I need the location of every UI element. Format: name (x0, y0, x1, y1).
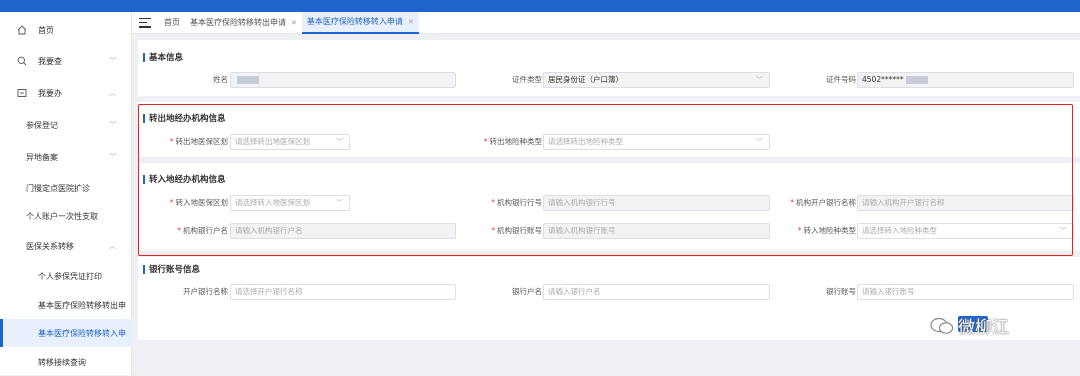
sidebar-item-label: 基本医疗保险转移转入申 (38, 328, 126, 338)
task-icon (17, 88, 27, 98)
sidebar: 首页 我要查 ﹀ 我要办 ︿ 参保登记 ﹀ 异地备案 ﹀ 门慢定点医院扩诊 个人… (0, 12, 132, 375)
search-icon (17, 56, 27, 66)
redacted-mask (905, 76, 928, 84)
watermark: 微柳江 (930, 313, 1009, 338)
sidebar-item-label: 参保登记 (26, 120, 58, 130)
close-icon[interactable]: ✕ (291, 19, 297, 27)
sidebar-item-transfer-out[interactable]: 基本医疗保险转移转出申 (0, 291, 132, 319)
tab-label: 基本医疗保险转移转入申请 (306, 17, 403, 26)
sidebar-item-label: 个人参保凭证打印 (38, 271, 102, 281)
bank-label: 开户银行名称 (183, 287, 228, 296)
sidebar-item-transfer-in[interactable]: 基本医疗保险转移转入申 (0, 319, 132, 347)
chevron-down-icon: ﹀ (109, 57, 116, 65)
sidebar-item-relation-transfer[interactable]: 医保关系转移 ︿ (0, 232, 132, 260)
home-icon (17, 25, 27, 35)
name-label: 姓名 (213, 75, 228, 84)
sidebar-item-label: 首页 (38, 25, 54, 35)
section-divider (138, 96, 1080, 102)
sidebar-item-account-withdrawal[interactable]: 个人账户一次性支取 (0, 202, 132, 230)
tab-home[interactable]: 首页 (159, 12, 185, 34)
sidebar-item-handle[interactable]: 我要办 ︿ (0, 79, 132, 107)
bank-account-number-label: 银行账号 (826, 287, 856, 296)
tab-label: 基本医疗保险转移转出申请 (190, 18, 286, 27)
sidebar-item-clinic-hospital[interactable]: 门慢定点医院扩诊 (0, 174, 132, 202)
id-type-label: 证件类型 (512, 75, 542, 84)
top-header-bar (0, 0, 1080, 12)
sidebar-item-label: 异地备案 (26, 152, 58, 162)
sidebar-item-label: 门慢定点医院扩诊 (26, 183, 90, 193)
sidebar-item-remote-filing[interactable]: 异地备案 ﹀ (0, 143, 132, 171)
sidebar-item-label: 医保关系转移 (26, 241, 74, 251)
chevron-down-icon: ﹀ (109, 153, 116, 161)
tab-transfer-out[interactable]: 基本医疗保险转移转出申请 ✕ (185, 12, 302, 34)
tab-transfer-in[interactable]: 基本医疗保险转移转入申请 ✕ (301, 11, 419, 34)
wechat-logo-icon (930, 317, 954, 334)
sidebar-item-query[interactable]: 我要查 ﹀ (0, 47, 132, 75)
menu-toggle-icon[interactable] (139, 17, 151, 28)
chevron-down-icon: ﹀ (109, 121, 116, 129)
highlight-annotation-box (138, 104, 1073, 256)
section-title-bank: 银行账号信息 (143, 263, 200, 275)
sidebar-item-label: 我要查 (38, 56, 62, 66)
chevron-down-icon: ﹀ (756, 76, 763, 84)
redacted-mask (237, 76, 259, 84)
sidebar-item-label: 转移接续查询 (38, 357, 86, 367)
close-icon[interactable]: ✕ (408, 18, 414, 26)
bank-account-name-label: 银行户名 (512, 287, 542, 296)
sidebar-item-label: 我要办 (38, 88, 62, 98)
bank-account-number-field[interactable]: 请输入银行账号 (857, 284, 1074, 300)
id-number-field[interactable]: 4502****** (857, 72, 1074, 88)
bank-account-name-field[interactable]: 请输入银行户名 (543, 284, 770, 300)
chevron-up-icon: ︿ (109, 242, 116, 250)
name-field[interactable] (230, 72, 456, 88)
id-number-label: 证件号码 (826, 75, 856, 84)
bank-select[interactable]: 请选择开户银行名称 (230, 284, 456, 300)
sidebar-item-transfer-query[interactable]: 转移接续查询 (0, 348, 132, 376)
sidebar-item-label: 个人账户一次性支取 (26, 211, 98, 221)
chevron-up-icon: ︿ (109, 89, 116, 97)
sidebar-item-home[interactable]: 首页 (0, 16, 132, 44)
section-title-basic: 基本信息 (143, 51, 183, 63)
id-type-select[interactable]: 居民身份证（户口簿） ﹀ (543, 72, 770, 88)
tab-bar: 首页 基本医疗保险转移转出申请 ✕ 基本医疗保险转移转入申请 ✕ (132, 11, 1080, 34)
sidebar-item-certificate-print[interactable]: 个人参保凭证打印 (0, 262, 132, 290)
sidebar-item-label: 基本医疗保险转移转出申 (38, 300, 126, 310)
tab-label: 首页 (164, 18, 180, 27)
sidebar-item-insurance-registration[interactable]: 参保登记 ﹀ (0, 111, 132, 139)
